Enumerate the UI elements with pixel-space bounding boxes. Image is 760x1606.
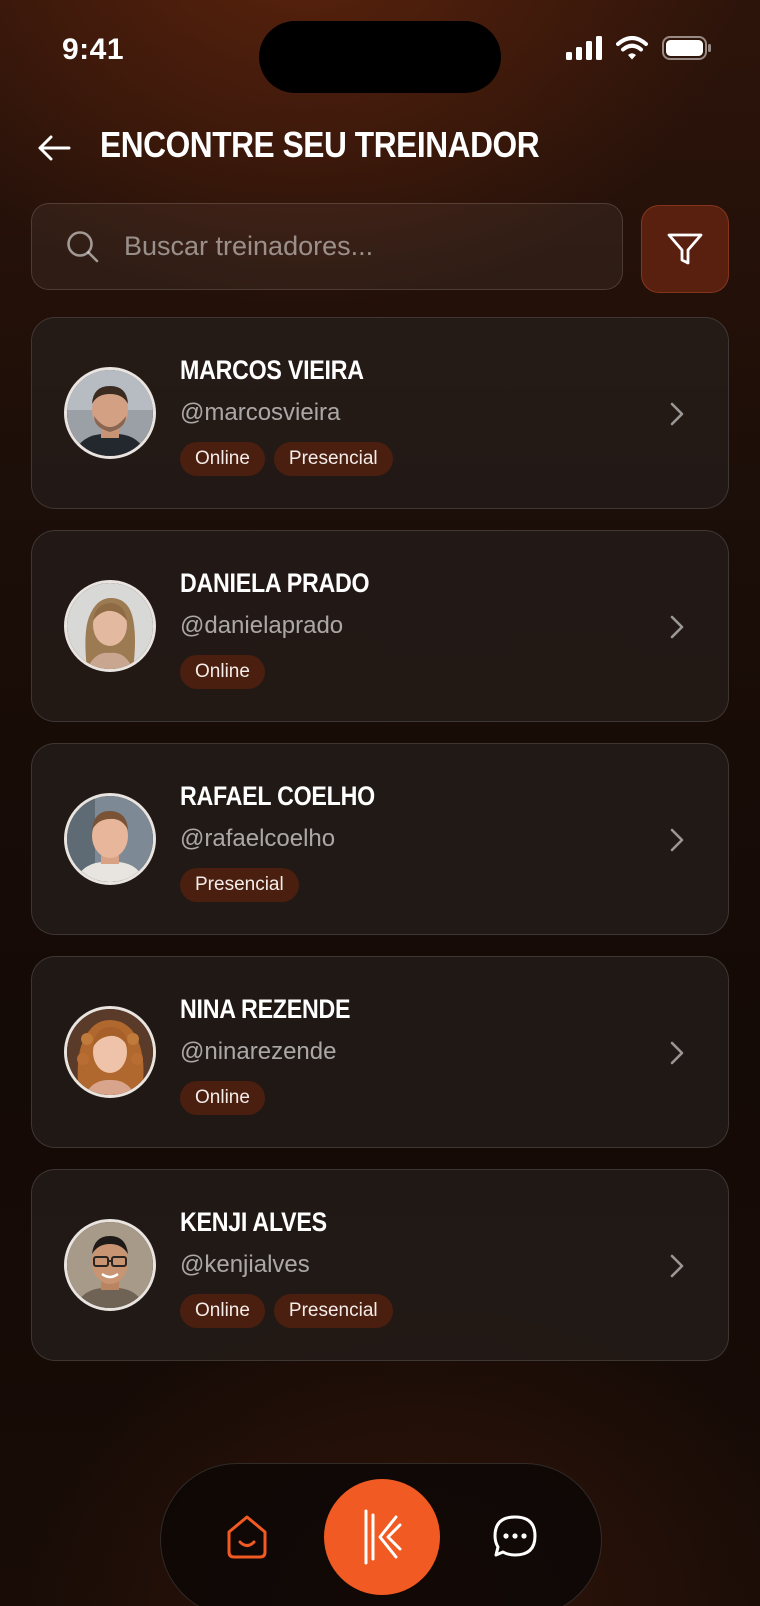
filter-icon xyxy=(667,233,703,265)
avatar xyxy=(64,1006,156,1098)
chevron-right-icon xyxy=(670,615,684,639)
dynamic-island xyxy=(259,21,501,93)
search-icon xyxy=(66,230,100,264)
tag-presencial: Presencial xyxy=(273,442,393,476)
back-button[interactable] xyxy=(34,128,74,168)
app-screen: 9:41 ENCONTRE SEU TREINADOR Buscar trein… xyxy=(0,0,760,1606)
chevron-right-icon xyxy=(670,1041,684,1065)
filter-button[interactable] xyxy=(641,205,729,293)
page-title: ENCONTRE SEU TREINADOR xyxy=(100,124,540,165)
trainer-name: DANIELA PRADO xyxy=(180,568,370,598)
trainer-card[interactable]: KENJI ALVES @kenjialves Online Presencia… xyxy=(31,1169,729,1361)
tag-row: Online xyxy=(180,655,265,689)
cellular-signal-icon xyxy=(566,36,602,60)
tag-online: Online xyxy=(180,655,265,689)
trainer-card[interactable]: DANIELA PRADO @danielaprado Online xyxy=(31,530,729,722)
avatar xyxy=(64,793,156,885)
trainer-name: RAFAEL COELHO xyxy=(180,781,375,811)
avatar xyxy=(64,367,156,459)
brand-logo-icon xyxy=(364,1509,402,1565)
chevron-right-icon xyxy=(670,1254,684,1278)
trainer-handle: @kenjialves xyxy=(180,1251,310,1278)
trainer-name: KENJI ALVES xyxy=(180,1207,327,1237)
nav-center-button[interactable] xyxy=(324,1479,440,1595)
trainer-handle: @rafaelcoelho xyxy=(180,825,336,852)
bottom-nav xyxy=(160,1463,602,1606)
nav-home-button[interactable] xyxy=(224,1512,270,1560)
avatar xyxy=(64,580,156,672)
status-time: 9:41 xyxy=(62,33,125,66)
trainer-list: MARCOS VIEIRA @marcosvieira Online Prese… xyxy=(31,317,729,1382)
home-icon xyxy=(227,1515,267,1559)
tag-online: Online xyxy=(180,442,265,476)
trainer-card[interactable]: RAFAEL COELHO @rafaelcoelho Presencial xyxy=(31,743,729,935)
tag-presencial: Presencial xyxy=(273,1294,393,1328)
tag-row: Online Presencial xyxy=(180,1294,393,1328)
trainer-handle: @danielaprado xyxy=(180,612,344,639)
tag-row: Online xyxy=(180,1081,265,1115)
status-icons xyxy=(566,36,712,60)
tag-presencial: Presencial xyxy=(180,868,299,902)
wifi-icon xyxy=(616,36,648,60)
arrow-left-icon xyxy=(38,135,71,161)
trainer-handle: @ninarezende xyxy=(180,1038,337,1065)
search-bar[interactable] xyxy=(31,203,623,290)
trainer-name: MARCOS VIEIRA xyxy=(180,355,364,385)
chat-bubble-icon xyxy=(493,1515,537,1557)
tag-row: Presencial xyxy=(180,868,299,902)
trainer-card[interactable]: NINA REZENDE @ninarezende Online xyxy=(31,956,729,1148)
chevron-right-icon xyxy=(670,402,684,426)
trainer-name: NINA REZENDE xyxy=(180,994,351,1024)
tag-online: Online xyxy=(180,1081,265,1115)
trainer-card[interactable]: MARCOS VIEIRA @marcosvieira Online Prese… xyxy=(31,317,729,509)
tag-online: Online xyxy=(180,1294,265,1328)
trainer-handle: @marcosvieira xyxy=(180,399,341,426)
search-input[interactable] xyxy=(122,215,622,278)
battery-icon xyxy=(662,36,711,60)
chevron-right-icon xyxy=(670,828,684,852)
nav-chat-button[interactable] xyxy=(492,1514,538,1560)
avatar xyxy=(64,1219,156,1311)
tag-row: Online Presencial xyxy=(180,442,393,476)
